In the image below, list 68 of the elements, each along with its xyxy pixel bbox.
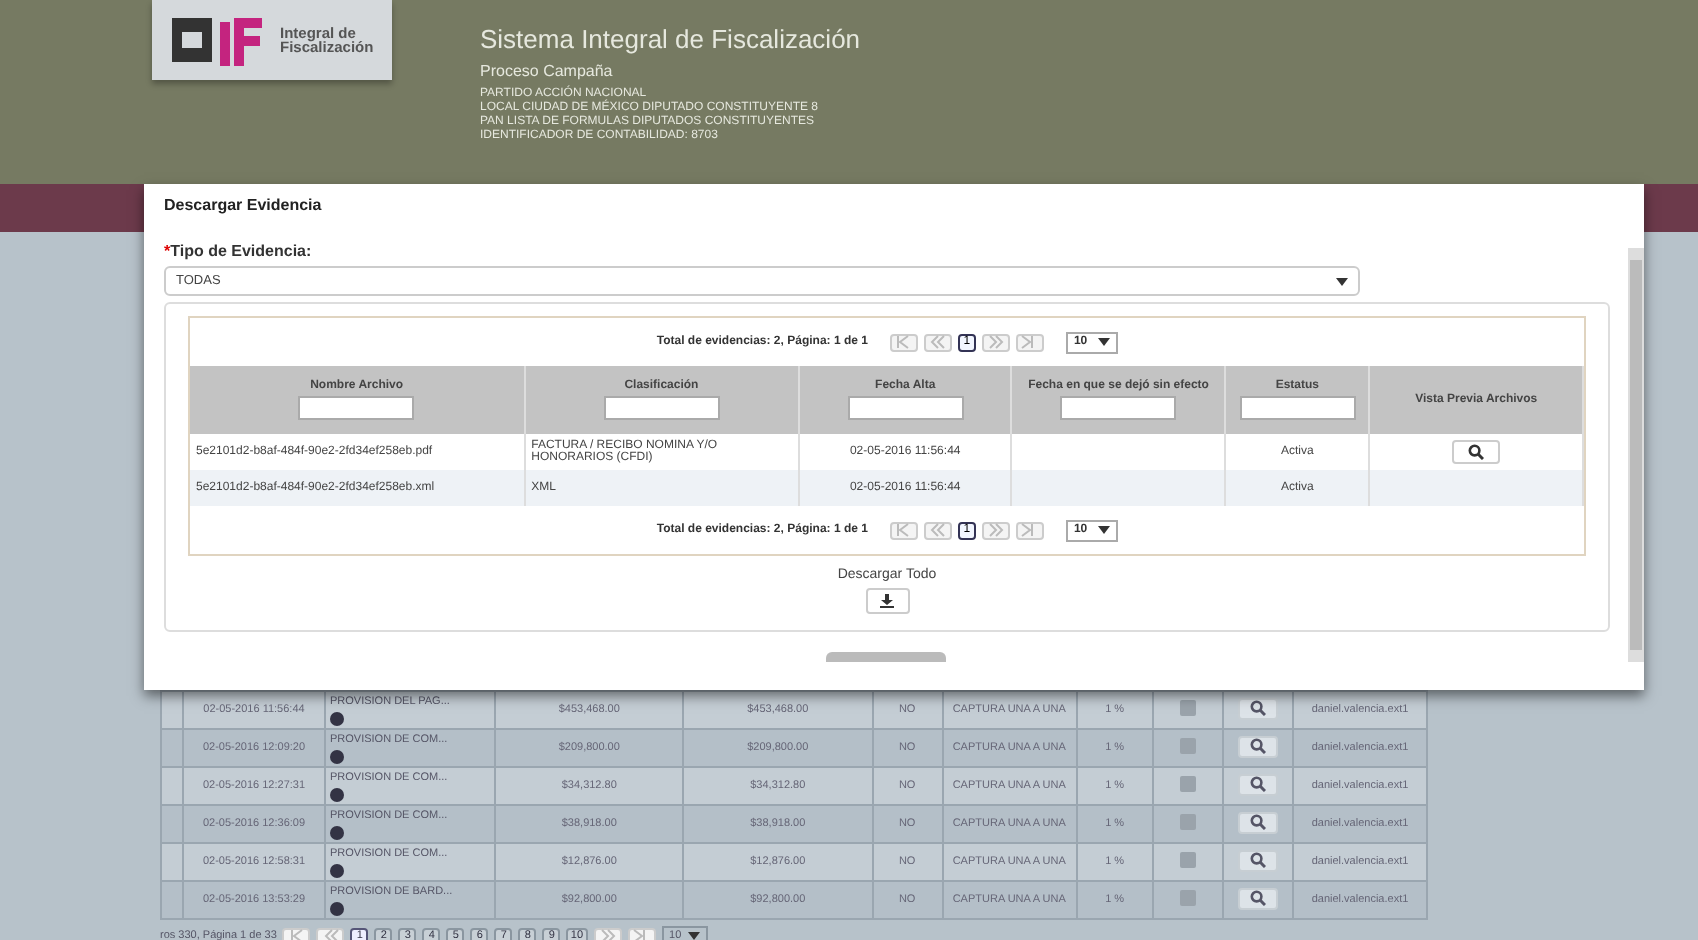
dialog-title: Descargar Evidencia	[162, 194, 324, 218]
info-icon	[330, 863, 344, 877]
previous-page-button[interactable]	[316, 927, 345, 940]
search-icon	[1250, 738, 1266, 755]
first-page-icon	[287, 928, 306, 940]
preview-button[interactable]	[1238, 811, 1278, 834]
download-icon	[880, 594, 894, 608]
scrollbar[interactable]	[1628, 248, 1644, 662]
preview-button[interactable]	[1238, 849, 1278, 872]
previous-page-icon	[928, 334, 947, 350]
first-page-icon	[894, 334, 913, 350]
checkbox[interactable]	[1180, 889, 1196, 905]
previous-page-button[interactable]	[923, 521, 952, 539]
first-page-button[interactable]	[889, 333, 918, 351]
info-icon	[330, 825, 344, 839]
filter-field[interactable]	[847, 396, 964, 420]
previous-page-icon	[321, 928, 340, 940]
last-page-icon	[632, 928, 651, 940]
next-page-icon	[986, 522, 1005, 538]
last-page-icon	[1020, 522, 1039, 538]
last-page-icon	[1020, 334, 1039, 350]
caret-icon	[1097, 526, 1110, 534]
app-title: Sistema Integral de Fiscalización	[480, 24, 861, 54]
search-icon	[1468, 444, 1485, 460]
checkbox[interactable]	[1180, 813, 1196, 829]
preview-button[interactable]	[1238, 697, 1278, 720]
filter-field[interactable]	[298, 396, 415, 420]
preview-button[interactable]	[1238, 773, 1278, 796]
filter-field[interactable]	[603, 396, 720, 420]
next-page-icon	[986, 334, 1005, 350]
process-label: Proceso Campaña	[480, 62, 615, 80]
search-icon	[1250, 700, 1266, 717]
last-page-button[interactable]	[1015, 333, 1044, 351]
first-page-button[interactable]	[282, 927, 311, 940]
first-page-icon	[894, 522, 913, 538]
preview-button[interactable]	[1452, 440, 1501, 464]
checkbox[interactable]	[1180, 775, 1196, 791]
preview-button[interactable]	[1238, 887, 1278, 910]
search-icon	[1250, 814, 1266, 831]
info-icon	[330, 787, 344, 801]
next-page-icon	[598, 928, 617, 940]
logo-icon	[168, 14, 268, 66]
search-icon	[1250, 776, 1266, 793]
search-icon	[1250, 852, 1266, 869]
first-page-button[interactable]	[889, 521, 918, 539]
checkbox[interactable]	[1180, 737, 1196, 753]
next-page-button[interactable]	[981, 333, 1010, 351]
last-page-button[interactable]	[627, 927, 656, 940]
previous-page-button[interactable]	[923, 333, 952, 351]
info-icon	[330, 711, 344, 725]
filter-field[interactable]	[1239, 396, 1356, 420]
checkbox[interactable]	[1180, 851, 1196, 867]
last-page-button[interactable]	[1015, 521, 1044, 539]
info-icon	[330, 749, 344, 763]
next-page-button[interactable]	[593, 927, 622, 940]
search-icon	[1250, 890, 1266, 907]
preview-button[interactable]	[1238, 735, 1278, 758]
info-icon	[330, 901, 344, 915]
download-button[interactable]	[865, 588, 909, 614]
caret-icon	[1097, 338, 1110, 346]
footer-button[interactable]	[826, 652, 946, 662]
field-label: *Tipo de Evidencia:	[164, 242, 314, 260]
caret-icon	[687, 932, 700, 940]
next-page-button[interactable]	[981, 521, 1010, 539]
previous-page-icon	[928, 522, 947, 538]
checkbox[interactable]	[1180, 699, 1196, 715]
caret-icon	[1336, 277, 1348, 285]
filter-field[interactable]	[1060, 396, 1177, 420]
